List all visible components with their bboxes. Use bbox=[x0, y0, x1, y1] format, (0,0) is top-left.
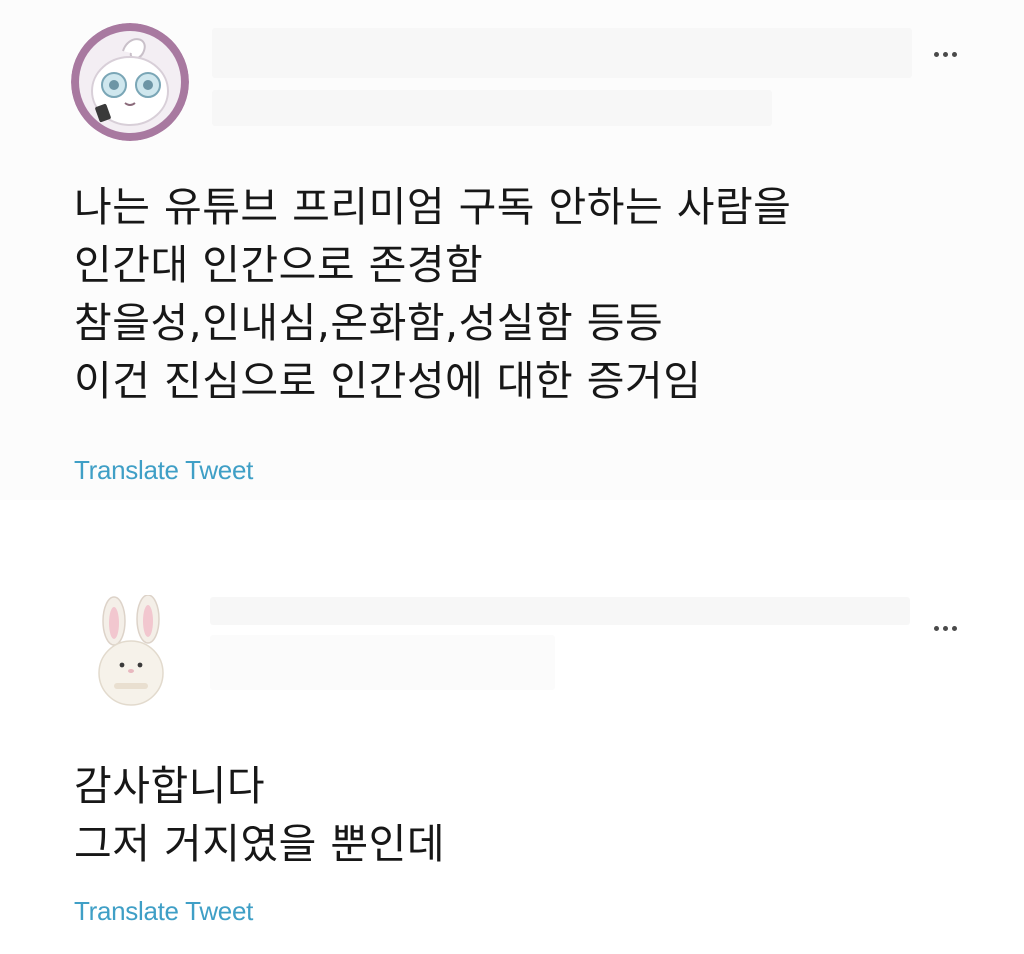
tweet-text-line: 감사합니다 bbox=[74, 762, 266, 810]
tweet-text: 감사합니다 그저 거지였을 뿐인데 bbox=[74, 757, 445, 873]
bunny-plush-avatar[interactable] bbox=[86, 595, 176, 707]
tweet-text-line: 인간대 인간으로 존경함 bbox=[74, 241, 484, 289]
translate-tweet-link[interactable]: Translate Tweet bbox=[74, 455, 253, 486]
tweet-text-line: 나는 유튜브 프리미엄 구독 안하는 사람을 bbox=[74, 183, 792, 231]
tweet-card-1: 나는 유튜브 프리미엄 구독 안하는 사람을 인간대 인간으로 존경함 참을성,… bbox=[0, 0, 1024, 500]
username-redacted bbox=[210, 597, 910, 625]
more-options-icon[interactable] bbox=[930, 46, 960, 62]
username-redacted bbox=[212, 28, 912, 78]
tweet-text-line: 참을성,인내심,온화함,성실함 등등 bbox=[74, 299, 664, 347]
jigglypuff-avatar[interactable] bbox=[71, 23, 189, 141]
more-options-icon[interactable] bbox=[930, 620, 960, 636]
translate-tweet-link[interactable]: Translate Tweet bbox=[74, 896, 253, 927]
tweet-text: 나는 유튜브 프리미엄 구독 안하는 사람을 인간대 인간으로 존경함 참을성,… bbox=[74, 178, 791, 410]
tweet-text-line: 그저 거지였을 뿐인데 bbox=[74, 820, 446, 868]
handle-redacted bbox=[210, 635, 555, 690]
tweet-divider bbox=[0, 500, 1024, 575]
handle-redacted bbox=[212, 90, 772, 126]
tweet-text-line: 이건 진심으로 인간성에 대한 증거임 bbox=[74, 357, 702, 405]
